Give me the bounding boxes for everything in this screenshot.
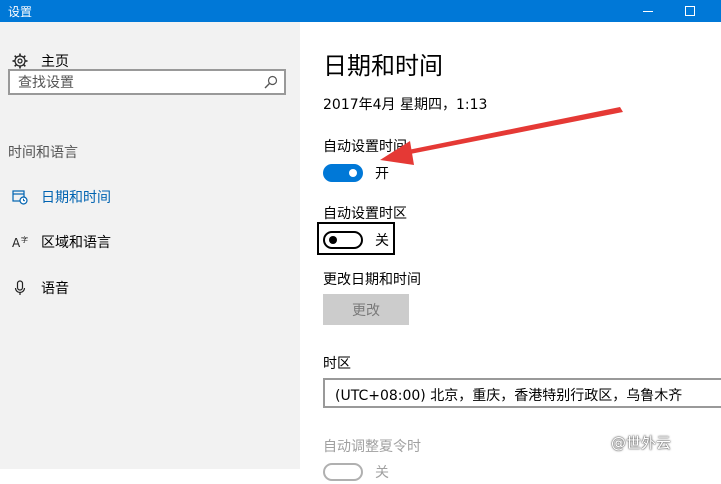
toggle-knob [349,169,357,177]
auto-time-toggle[interactable] [323,164,363,182]
timezone-label: 时区 [323,356,351,372]
toggle-knob [329,236,337,244]
sidebar-item-region-language[interactable]: A字 区域和语言 [0,225,300,259]
minimize-button[interactable] [628,0,668,22]
auto-timezone-toggle-row[interactable]: 关 [323,228,389,252]
auto-time-state: 开 [375,166,389,182]
auto-timezone-label: 自动设置时区 [323,206,407,222]
svg-text:字: 字 [21,235,28,244]
dst-toggle[interactable] [323,463,363,481]
search-input[interactable] [18,74,258,92]
dst-toggle-row[interactable]: 关 [323,460,389,484]
main-content: 日期和时间 2017年4月 星期四，1:13 自动设置时间 开 自动设置时区 关… [300,22,721,481]
window-title: 设置 [8,5,33,19]
sidebar-item-label: 日期和时间 [41,190,111,206]
auto-timezone-state: 关 [375,233,389,249]
current-datetime: 2017年4月 星期四，1:13 [323,97,488,113]
sidebar-item-date-time[interactable]: 日期和时间 [0,180,300,214]
dst-state: 关 [375,465,389,481]
gear-icon [11,52,29,70]
calendar-clock-icon [11,188,29,206]
title-bar: 设置 [0,0,721,22]
page-title: 日期和时间 [323,52,443,80]
auto-time-label: 自动设置时间 [323,139,407,155]
search-box[interactable] [8,69,286,95]
svg-text:A: A [12,236,21,250]
change-datetime-label: 更改日期和时间 [323,272,421,288]
sidebar-item-label: 主页 [41,54,69,70]
sidebar-item-label: 区域和语言 [41,235,111,251]
maximize-icon [685,6,695,16]
sidebar-item-speech[interactable]: 语音 [0,271,300,305]
maximize-button[interactable] [670,0,710,22]
sidebar-item-label: 语音 [41,281,69,297]
microphone-icon [11,279,29,297]
minimize-icon [643,10,653,12]
search-icon[interactable] [263,74,279,90]
auto-time-toggle-row[interactable]: 开 [323,161,389,185]
section-label: 时间和语言 [8,145,78,161]
dst-label: 自动调整夏令时 [323,439,421,455]
watermark: @世外云 [611,434,672,452]
change-button[interactable]: 更改 [323,294,409,325]
timezone-select[interactable]: (UTC+08:00) 北京，重庆，香港特别行政区，乌鲁木齐 [323,378,721,408]
auto-timezone-toggle[interactable] [323,231,363,249]
language-icon: A字 [11,233,29,251]
sidebar: 主页 时间和语言 日期和时间 A字 区域和语言 语音 [0,22,300,469]
